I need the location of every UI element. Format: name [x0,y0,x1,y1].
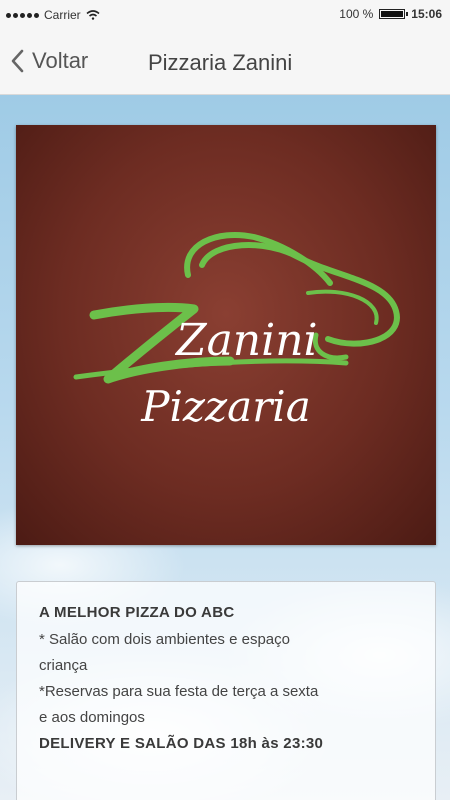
battery-percent: 100 % [339,7,374,21]
carrier-name: Carrier [44,8,81,22]
status-right: 100 % 15:06 [339,7,442,21]
page-title: Pizzaria Zanini [148,50,293,75]
zanini-logo-graphic: Zanini Pizzaria [73,231,400,431]
wifi-icon [86,10,100,20]
info-line: e aos domingos [39,709,145,726]
back-button-label: Voltar [32,48,89,73]
status-left: Carrier [6,8,100,22]
logo-word-top: Zanini [174,315,318,366]
info-card: A MELHOR PIZZA DO ABC * Salão com dois a… [16,581,436,800]
back-button[interactable]: Voltar [10,48,88,74]
chevron-left-icon [11,49,24,73]
status-bar: Carrier 100 % 15:06 [0,0,450,30]
clock: 15:06 [411,7,442,21]
info-line: * Salão com dois ambientes e espaço [39,631,290,648]
info-footer: DELIVERY E SALÃO DAS 18h às 23:30 [39,735,324,752]
battery-fill [381,11,404,17]
signal-strength-icon [6,12,39,18]
content-area: Zanini Pizzaria A MELHOR PIZZA DO ABC * … [0,95,450,800]
info-line: *Reservas para sua festa de terça a sext… [39,683,319,700]
battery-icon [379,9,409,19]
logo-word-bottom: Pizzaria [140,382,311,431]
info-line: criança [39,657,88,674]
info-headline: A MELHOR PIZZA DO ABC [39,604,235,621]
navigation-bar: Voltar Pizzaria Zanini [0,30,450,95]
restaurant-logo: Zanini Pizzaria [16,125,436,545]
